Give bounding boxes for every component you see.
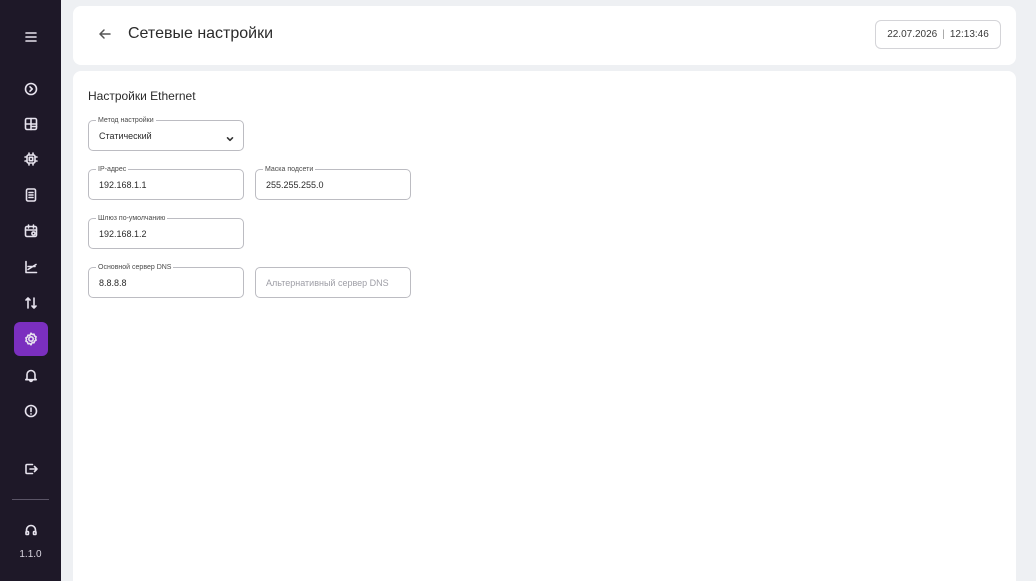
logout-icon[interactable] — [14, 452, 48, 486]
dashboard-icon[interactable] — [14, 107, 48, 141]
ethernet-settings-panel: Настройки Ethernet Метод настройки Стати… — [73, 71, 1016, 581]
gateway-label: Шлюз по-умолчанию — [96, 214, 168, 223]
document-icon[interactable] — [14, 178, 48, 212]
date-text: 22.07.2026 — [887, 29, 938, 40]
gateway-field[interactable]: Шлюз по-умолчанию 192.168.1.2 — [88, 214, 244, 249]
chart-icon[interactable] — [14, 250, 48, 284]
sidebar: 1.1.0 — [0, 0, 61, 581]
primary-dns-label: Основной сервер DNS — [96, 263, 174, 272]
app-version: 1.1.0 — [19, 549, 42, 560]
settings-icon[interactable] — [14, 322, 48, 356]
datetime-display: 22.07.2026 | 12:13:46 — [875, 20, 1001, 49]
calendar-icon[interactable] — [14, 214, 48, 248]
headset-icon[interactable] — [14, 513, 48, 547]
secondary-dns-field[interactable]: Альтернативный сервер DNS — [255, 267, 411, 298]
gateway-value: 192.168.1.2 — [99, 229, 147, 239]
subnet-mask-label: Маска подсети — [263, 165, 316, 174]
play-circle-icon[interactable] — [14, 72, 48, 106]
method-select[interactable]: Метод настройки Статический — [88, 116, 244, 151]
secondary-dns-placeholder: Альтернативный сервер DNS — [266, 278, 389, 288]
transfer-icon[interactable] — [14, 286, 48, 320]
method-label: Метод настройки — [96, 116, 156, 125]
ip-address-field[interactable]: IP-адрес 192.168.1.1 — [88, 165, 244, 200]
time-text: 12:13:46 — [949, 29, 989, 40]
section-title: Настройки Ethernet — [88, 89, 196, 103]
primary-dns-field[interactable]: Основной сервер DNS 8.8.8.8 — [88, 263, 244, 298]
alert-icon[interactable] — [14, 394, 48, 428]
subnet-mask-field[interactable]: Маска подсети 255.255.255.0 — [255, 165, 411, 200]
page-header: Сетевые настройки 22.07.2026 | 12:13:46 — [73, 6, 1016, 65]
chip-icon[interactable] — [14, 142, 48, 176]
method-value: Статический — [99, 131, 152, 141]
ip-address-value: 192.168.1.1 — [99, 180, 147, 190]
menu-icon[interactable] — [14, 20, 48, 54]
chevron-down-icon — [225, 131, 235, 142]
datetime-separator: | — [942, 29, 945, 40]
primary-dns-value: 8.8.8.8 — [99, 278, 127, 288]
sidebar-divider — [12, 499, 49, 500]
bell-icon[interactable] — [14, 358, 48, 392]
page-title: Сетевые настройки — [128, 25, 274, 42]
subnet-mask-value: 255.255.255.0 — [266, 180, 324, 190]
ip-address-label: IP-адрес — [96, 165, 129, 174]
back-arrow-icon[interactable] — [95, 24, 115, 44]
